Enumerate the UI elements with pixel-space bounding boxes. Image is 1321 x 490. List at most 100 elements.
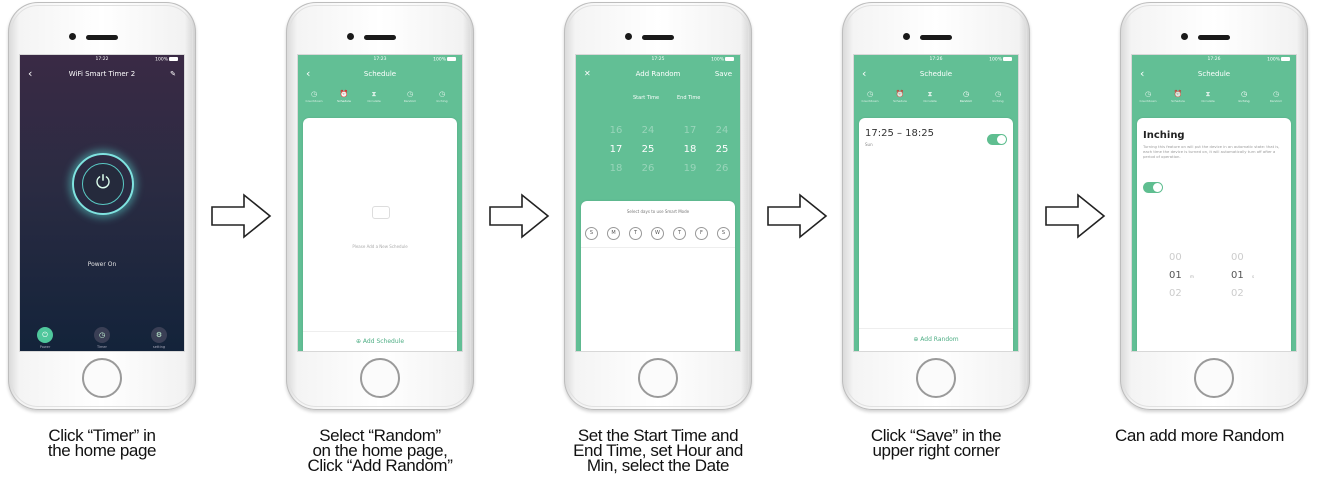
mode-random[interactable]: ◷ Random [1264, 90, 1288, 104]
end-hour-next[interactable]: 19 [680, 163, 700, 174]
day-wed[interactable]: W [651, 227, 664, 240]
mode-label: Inching [992, 99, 1004, 103]
home-button[interactable] [638, 358, 678, 398]
mode-label: Random [1269, 99, 1283, 103]
home-button[interactable] [82, 358, 122, 398]
phone-frame-2: 17:23 100% ‹ Schedule ◷ Countdown ⏰ Schedu… [286, 2, 474, 410]
schedule-card: 17:25 – 18:25 Sun ⊕ Add Random [859, 118, 1013, 351]
second-wheel-prev[interactable]: 00 [1231, 252, 1244, 263]
battery-indicator: 100% [711, 57, 734, 63]
hourglass-icon: ⧗ [371, 90, 377, 98]
inching-toggle[interactable] [1143, 182, 1163, 193]
mode-countdown[interactable]: ◷ Countdown [858, 90, 882, 104]
tab-timer-icon[interactable]: ◷ [94, 327, 110, 343]
home-button[interactable] [916, 358, 956, 398]
minute-wheel-selected[interactable]: 01 [1169, 270, 1182, 281]
add-schedule-button[interactable]: ⊕ Add Schedule [303, 338, 457, 345]
screen-schedule-empty: 17:23 100% ‹ Schedule ◷ Countdown ⏰ Schedu… [298, 55, 462, 351]
caption-line: the home page [47, 441, 157, 460]
start-hour-prev[interactable]: 16 [606, 125, 626, 136]
day-fri[interactable]: F [695, 227, 708, 240]
mode-schedule[interactable]: ⏰ Schedule [332, 90, 356, 104]
home-button[interactable] [1194, 358, 1234, 398]
arrow-right-icon [489, 193, 550, 239]
end-min-prev[interactable]: 24 [712, 125, 732, 136]
clock-icon: ◷ [438, 90, 446, 98]
nav-bar: ‹ Schedule [298, 66, 462, 82]
add-random-label: Add Random [920, 336, 959, 343]
inching-title: Inching [1143, 130, 1185, 141]
mode-circulate[interactable]: ⧗ Circulate [362, 90, 386, 104]
end-hour-prev[interactable]: 17 [680, 125, 700, 136]
hourglass-icon: ⧗ [927, 90, 933, 98]
battery-percent: 100% [433, 57, 446, 63]
inching-description: Turning this feature on will put the dev… [1143, 144, 1280, 159]
save-button[interactable]: Save [715, 70, 732, 78]
start-min-selected[interactable]: 25 [638, 144, 658, 155]
status-bar: 17:22 100% [20, 55, 184, 65]
tab-power-icon[interactable]: ⏻ [37, 327, 53, 343]
day-sat[interactable]: S [717, 227, 730, 240]
mode-icon-row: ◷ Countdown ⏰ Schedule ⧗ Circulate ◷ Random … [298, 90, 462, 112]
mode-random[interactable]: ◷ Random [398, 90, 422, 104]
battery-percent: 100% [711, 57, 724, 63]
mode-label: Inching [436, 99, 448, 103]
day-sun[interactable]: S [585, 227, 598, 240]
empty-state-text: Please Add a New Schedule [352, 244, 408, 249]
schedule-toggle[interactable] [987, 134, 1007, 145]
add-random-button[interactable]: ⊕ Add Random [859, 336, 1013, 343]
screen-inching: 17:26 100% ‹ Schedule ◷ Countdown ⏰ Schedu… [1132, 55, 1296, 351]
mode-circulate[interactable]: ⧗ Circulate [918, 90, 942, 104]
power-button[interactable]: ⏻ [72, 153, 134, 215]
battery-indicator: 100% [433, 57, 456, 63]
minute-wheel-prev[interactable]: 00 [1169, 252, 1182, 263]
days-prompt: Select days to use Smart Mode [626, 209, 690, 214]
schedule-time-range: 17:25 – 18:25 [865, 128, 934, 139]
minute-unit: m [1190, 274, 1194, 279]
start-min-next[interactable]: 26 [638, 163, 658, 174]
mode-label: Inching [1238, 99, 1250, 103]
day-thu[interactable]: T [673, 227, 686, 240]
second-wheel-selected[interactable]: 01 [1231, 270, 1244, 281]
minute-wheel-next[interactable]: 02 [1169, 288, 1182, 299]
caption-step-1: Click “Timer” in the home page [0, 427, 222, 460]
battery-icon [725, 57, 734, 61]
schedule-day: Sun [865, 142, 873, 147]
mode-schedule[interactable]: ⏰ Schedule [888, 90, 912, 104]
mode-inching[interactable]: ◷ Inching [430, 90, 454, 104]
mode-countdown[interactable]: ◷ Countdown [302, 90, 326, 104]
end-min-next[interactable]: 26 [712, 163, 732, 174]
mode-countdown[interactable]: ◷ Countdown [1136, 90, 1160, 104]
mode-label: Countdown [861, 99, 879, 103]
mode-label: Countdown [1139, 99, 1157, 103]
day-mon[interactable]: M [607, 227, 620, 240]
tab-setting-icon[interactable]: ⚙ [151, 327, 167, 343]
phone-frame-5: 17:26 100% ‹ Schedule ◷ Countdown ⏰ Schedu… [1120, 2, 1308, 410]
clock-icon: ◷ [962, 90, 970, 98]
home-button[interactable] [360, 358, 400, 398]
camera-icon [903, 33, 910, 40]
start-hour-selected[interactable]: 17 [606, 144, 626, 155]
mode-inching[interactable]: ◷ Inching [986, 90, 1010, 104]
mode-inching[interactable]: ◷ Inching [1232, 90, 1256, 104]
mode-schedule[interactable]: ⏰ Schedule [1166, 90, 1190, 104]
caption-line: Can add more Random [1114, 426, 1285, 445]
nav-bar: ‹ WiFi Smart Timer 2 ✎ [20, 66, 184, 82]
start-hour-next[interactable]: 18 [606, 163, 626, 174]
caption-line: Click “Add Random” [307, 456, 453, 475]
day-tue[interactable]: T [629, 227, 642, 240]
battery-icon [447, 57, 456, 61]
start-time-label: Start Time [633, 95, 660, 101]
edit-icon[interactable]: ✎ [170, 70, 176, 78]
end-min-selected[interactable]: 25 [712, 144, 732, 155]
caption-line: Min, select the Date [586, 456, 730, 475]
add-icon: ⊕ [355, 338, 361, 345]
mode-label: Schedule [1171, 99, 1185, 103]
second-wheel-next[interactable]: 02 [1231, 288, 1244, 299]
end-hour-selected[interactable]: 18 [680, 144, 700, 155]
mode-random[interactable]: ◷ Random [954, 90, 978, 104]
mode-circulate[interactable]: ⧗ Circulate [1196, 90, 1220, 104]
clock-icon: ◷ [866, 90, 874, 98]
start-min-prev[interactable]: 24 [638, 125, 658, 136]
camera-icon [69, 33, 76, 40]
